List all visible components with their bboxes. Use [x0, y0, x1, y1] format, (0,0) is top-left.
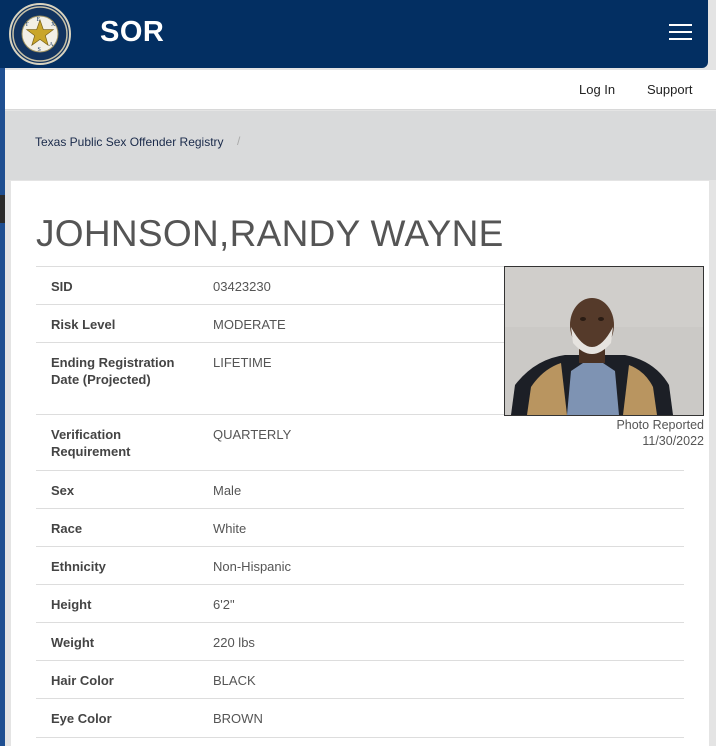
detail-row-weight: Weight 220 lbs: [36, 622, 684, 661]
dps-seal-icon[interactable]: T E X A S: [9, 3, 71, 65]
detail-value: 220 lbs: [213, 635, 255, 650]
detail-label: Ending Registration Date (Projected): [51, 355, 175, 387]
detail-label: Weight: [51, 635, 95, 650]
detail-label: Height: [51, 597, 92, 612]
detail-value: QUARTERLY: [213, 427, 292, 442]
detail-value: 6'2": [213, 597, 235, 612]
dps-seal-graphic: T E X A S: [12, 6, 68, 62]
detail-row-ethnicity: Ethnicity Non-Hispanic: [36, 546, 684, 585]
offender-photo[interactable]: [504, 266, 704, 416]
photo-caption-label: Photo Reported: [616, 418, 704, 432]
top-header-bar: T E X A S SOR: [0, 0, 708, 68]
detail-value: BLACK: [213, 673, 256, 688]
photo-caption-date: 11/30/2022: [642, 434, 704, 448]
seal-letter-t: T: [25, 22, 29, 28]
brand-title[interactable]: SOR: [100, 16, 164, 49]
left-edge-marker: [0, 195, 5, 223]
breadcrumb-item-registry[interactable]: Texas Public Sex Offender Registry: [35, 135, 224, 149]
detail-label: Hair Color: [51, 673, 114, 688]
seal-letter-e: E: [37, 17, 41, 23]
detail-label: Ethnicity: [51, 559, 106, 574]
offender-name: JOHNSON,RANDY WAYNE: [36, 213, 504, 254]
detail-value: Male: [213, 483, 242, 498]
detail-row-race: Race White: [36, 508, 684, 547]
detail-label: Verification Requirement: [51, 427, 131, 459]
detail-row-hair-color: Hair Color BLACK: [36, 660, 684, 699]
secondary-nav: Log In Support: [5, 70, 716, 110]
detail-label: SID: [51, 279, 73, 294]
detail-value: Non-Hispanic: [213, 559, 292, 574]
photo-reported-caption: Photo Reported 11/30/2022: [560, 417, 704, 449]
detail-row-eye-color: Eye Color BROWN: [36, 698, 684, 738]
seal-letter-s: S: [38, 47, 41, 53]
hamburger-menu-icon[interactable]: [669, 24, 692, 40]
detail-value: BROWN: [213, 711, 263, 726]
detail-value: White: [213, 521, 247, 536]
detail-label: Eye Color: [51, 711, 112, 726]
detail-value: MODERATE: [213, 317, 286, 332]
breadcrumb: Texas Public Sex Offender Registry /: [5, 111, 716, 180]
detail-label: Sex: [51, 483, 75, 498]
offender-photo-image: [505, 267, 703, 415]
seal-letter-x: X: [51, 22, 56, 28]
detail-label: Risk Level: [51, 317, 116, 332]
detail-label: Race: [51, 521, 83, 536]
breadcrumb-separator: /: [237, 134, 241, 148]
detail-row-height: Height 6'2": [36, 584, 684, 623]
login-link[interactable]: Log In: [579, 82, 615, 97]
detail-value: LIFETIME: [213, 355, 272, 370]
support-link[interactable]: Support: [647, 82, 693, 97]
detail-value: 03423230: [213, 279, 271, 294]
seal-letter-a: A: [49, 42, 54, 48]
detail-row-sex: Sex Male: [36, 470, 684, 509]
